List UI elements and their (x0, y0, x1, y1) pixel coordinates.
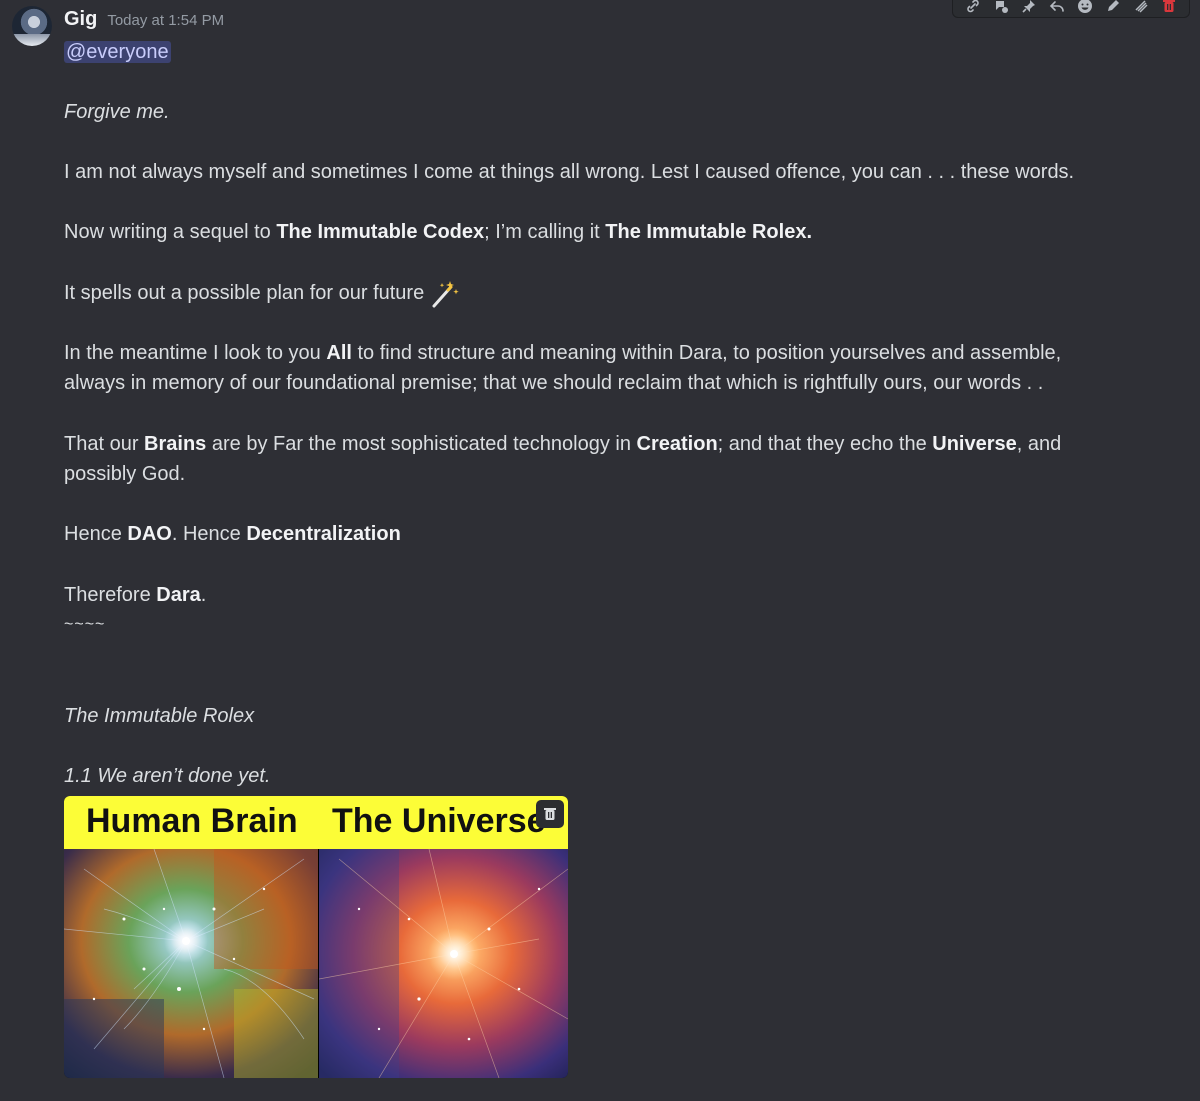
image-title-right: The Universe (332, 802, 546, 840)
remove-attachment-button[interactable] (536, 800, 564, 828)
text-span: . (200, 584, 207, 606)
message-actions-toolbar (952, 0, 1190, 18)
username[interactable]: Gig (64, 8, 97, 31)
text-span: ; and that they echo the (717, 433, 933, 455)
message-line-5: In the meantime I look to you All to fin… (64, 338, 1061, 368)
text-span: Hence (64, 523, 128, 545)
message-line-6: always in memory of our foundational pre… (64, 372, 1044, 394)
pin-icon[interactable] (1020, 0, 1038, 14)
bold-rolex: The Immutable Rolex. (605, 221, 813, 243)
image-title-left: Human Brain (86, 802, 298, 840)
image-caption-bar: Human Brain The Universe (64, 796, 568, 849)
message-line-4: It spells out a possible plan for our fu… (64, 278, 460, 309)
message-line-7: That our Brains are by Far the most soph… (64, 429, 1061, 459)
emoji-icon[interactable] (1076, 0, 1094, 14)
message-line-9: Hence DAO. Hence Decentralization (64, 519, 401, 549)
message-line-3: Now writing a sequel to The Immutable Co… (64, 217, 812, 247)
mention-line: @everyone (64, 37, 171, 67)
human-brain-image (64, 849, 318, 1078)
avatar[interactable] (12, 6, 52, 46)
message-line-10: Therefore Dara. (64, 580, 206, 610)
more-icon[interactable] (1132, 0, 1150, 14)
bold-brains: Brains (144, 433, 207, 455)
trash-icon (542, 806, 558, 822)
message-header: Gig Today at 1:54 PM (64, 8, 224, 31)
text-span: to find structure and meaning within Dar… (351, 342, 1062, 364)
reply-icon[interactable] (1048, 0, 1066, 14)
edit-icon[interactable] (1104, 0, 1122, 14)
timestamp: Today at 1:54 PM (107, 12, 225, 29)
delete-icon[interactable] (1160, 0, 1178, 14)
message-line-11: ~~~~ (64, 616, 106, 633)
text-span: That our (64, 433, 145, 455)
text-span: Therefore (64, 584, 157, 606)
bold-codex: The Immutable Codex (276, 221, 485, 243)
text-span: . Hence (171, 523, 247, 545)
bold-all: All (326, 342, 352, 364)
image-attachment[interactable]: Human Brain The Universe (64, 796, 568, 1078)
magic-wand-icon (430, 279, 460, 309)
message-line-1: Forgive me. (64, 101, 170, 123)
message-line-8: possibly God. (64, 463, 186, 485)
message-line-2: I am not always myself and sometimes I c… (64, 161, 1075, 183)
text-span: Now writing a sequel to (64, 221, 277, 243)
bold-dao: DAO (127, 523, 172, 545)
message-line-12: The Immutable Rolex (64, 705, 255, 727)
bold-dara: Dara (156, 584, 201, 606)
text-span: It spells out a possible plan for our fu… (64, 282, 425, 304)
text-span: are by Far the most sophisticated techno… (206, 433, 637, 455)
text-span: In the meantime I look to you (64, 342, 327, 364)
universe-image (319, 849, 568, 1078)
bold-creation: Creation (636, 433, 718, 455)
text-span: ; I’m calling it (484, 221, 606, 243)
text-span: , and (1016, 433, 1062, 455)
thread-icon[interactable] (992, 0, 1010, 14)
everyone-mention[interactable]: @everyone (64, 41, 171, 63)
message-line-13: 1.1 We aren’t done yet. (64, 765, 271, 787)
link-icon[interactable] (964, 0, 982, 14)
bold-universe: Universe (932, 433, 1017, 455)
bold-decentralization: Decentralization (246, 523, 401, 545)
